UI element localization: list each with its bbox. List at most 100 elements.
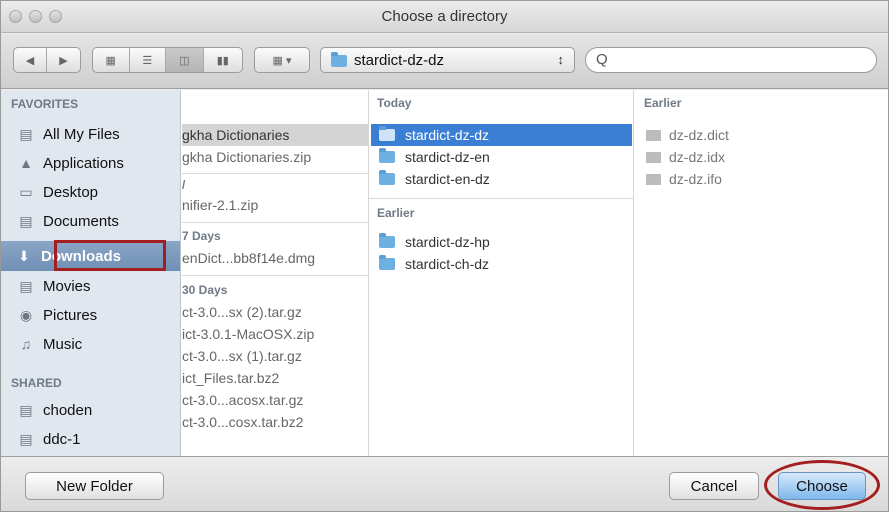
back-button[interactable]: ◀	[14, 48, 48, 72]
list-item-label: stardict-en-dz	[405, 171, 490, 187]
bottom-bar: New Folder Cancel Choose	[1, 458, 888, 511]
forward-button[interactable]: ▶	[47, 48, 80, 72]
sidebar-item-label: All My Files	[43, 125, 120, 143]
list-item-label: stardict-dz-en	[405, 149, 490, 165]
document-icon	[646, 151, 661, 163]
list-item-label: ct-3.0...acosx.tar.gz	[182, 392, 304, 408]
list-item-file[interactable]: ct-3.0...sx (1).tar.gz	[182, 345, 368, 367]
downloads-highlight-annotation	[54, 240, 166, 271]
list-item-label: ct-3.0...sx (2).tar.gz	[182, 304, 302, 320]
sidebar-item-all-my-files[interactable]: ▤ All My Files	[7, 120, 175, 148]
sidebar-item-label: choden	[43, 401, 93, 419]
choose-highlight-annotation	[764, 460, 880, 510]
sidebar-item-label: ddc-1	[43, 430, 81, 448]
list-item-file[interactable]: dz-dz.idx	[634, 146, 888, 168]
file-browser: FAVORITES ▤ All My Files ▲ Applications …	[1, 90, 888, 457]
list-item-file[interactable]: dz-dz.ifo	[634, 168, 888, 190]
all-files-icon: ▤	[19, 125, 33, 142]
search-input[interactable]	[616, 51, 866, 69]
sidebar-item-music[interactable]: ♫ Music	[7, 330, 175, 358]
folder-icon	[379, 126, 395, 141]
folder-icon	[379, 148, 395, 163]
column-header-earlier: Earlier	[377, 206, 415, 220]
group-header: 30 Days	[182, 281, 368, 299]
list-item-label: gkha Dictionaries.zip	[182, 149, 312, 165]
column-contents: Earlier dz-dz.dict dz-dz.idx dz-dz.ifo	[634, 90, 888, 456]
list-item-file[interactable]: enDict...bb8f14e.dmg	[182, 247, 368, 269]
list-item-file[interactable]: nifier-2.1.zip	[182, 194, 368, 216]
divider	[182, 173, 368, 174]
sidebar-item-choden[interactable]: ▤ choden	[7, 396, 175, 424]
column-view-icon: ◫	[179, 54, 190, 67]
documents-icon: ▤	[19, 212, 33, 229]
movies-icon: ▤	[19, 277, 33, 294]
arrange-icon: ▦ ▾	[272, 54, 292, 67]
folder-icon	[379, 170, 395, 185]
list-item-file[interactable]: ict-3.0.1-MacOSX.zip	[182, 323, 368, 345]
list-item-file[interactable]: ct-3.0...cosx.tar.bz2	[182, 411, 368, 433]
chevron-right-icon: ▶	[59, 54, 68, 67]
list-item-label: dz-dz.idx	[669, 149, 726, 165]
favorites-header: FAVORITES	[11, 97, 79, 111]
applications-icon: ▲	[19, 155, 33, 171]
path-popup-label: stardict-dz-dz	[354, 52, 445, 69]
sidebar-item-documents[interactable]: ▤ Documents	[7, 207, 175, 235]
column-downloads: gkha Dictionaries gkha Dictionaries.zip …	[182, 90, 369, 456]
sidebar-item-movies[interactable]: ▤ Movies	[7, 272, 175, 300]
sidebar-item-label: Music	[43, 335, 83, 353]
list-item-folder[interactable]: stardict-ch-dz	[369, 253, 633, 275]
sidebar-item-desktop[interactable]: ▭ Desktop	[7, 178, 175, 206]
sidebar-item-applications[interactable]: ▲ Applications	[7, 149, 175, 177]
new-folder-button[interactable]: New Folder	[25, 472, 164, 500]
list-item-label: nifier-2.1.zip	[182, 197, 259, 213]
list-item-label: stardict-dz-dz	[405, 127, 490, 143]
divider	[182, 275, 368, 276]
updown-arrows-icon: ↕	[557, 52, 565, 67]
path-popup[interactable]: stardict-dz-dz ↕	[320, 47, 575, 73]
list-item-folder[interactable]: stardict-en-dz	[369, 168, 633, 190]
list-item-file[interactable]: ict_Files.tar.bz2	[182, 367, 368, 389]
list-item-file[interactable]: ct-3.0...acosx.tar.gz	[182, 389, 368, 411]
arrange-menu-button[interactable]: ▦ ▾	[254, 47, 310, 73]
search-field[interactable]: Q	[585, 47, 877, 73]
list-item-file[interactable]: gkha Dictionaries.zip	[182, 146, 368, 168]
icon-view-button[interactable]: ▦	[93, 48, 130, 72]
choose-directory-dialog: Choose a directory ◀ ▶ ▦ ☰ ◫ ▮▮ ▦ ▾ star…	[0, 0, 889, 512]
coverflow-view-button[interactable]: ▮▮	[204, 48, 242, 72]
back-forward-control: ◀ ▶	[13, 47, 81, 73]
folder-icon	[331, 52, 347, 67]
document-icon	[646, 173, 661, 185]
downloads-icon: ⬇	[18, 247, 30, 264]
list-item-folder[interactable]: stardict-dz-hp	[369, 231, 633, 253]
sidebar-item-pictures[interactable]: ◉ Pictures	[7, 301, 175, 329]
list-item-folder[interactable]: stardict-dz-en	[369, 146, 633, 168]
grid-view-icon: ▦	[105, 54, 116, 67]
group-header-label: 30 Days	[182, 283, 228, 297]
document-icon	[646, 129, 661, 141]
group-header: /	[182, 176, 368, 194]
list-item-folder[interactable]: gkha Dictionaries	[182, 124, 368, 146]
pictures-icon: ◉	[19, 306, 33, 323]
list-view-icon: ☰	[142, 54, 153, 67]
list-item-file[interactable]: dz-dz.dict	[634, 124, 888, 146]
folder-icon	[379, 233, 395, 248]
chevron-left-icon: ◀	[25, 54, 35, 67]
title-bar: Choose a directory	[1, 1, 888, 33]
column-view-button[interactable]: ◫	[166, 48, 204, 72]
list-item-folder-selected[interactable]: stardict-dz-dz	[371, 124, 632, 146]
list-item-label: dz-dz.ifo	[669, 171, 722, 187]
divider	[369, 198, 633, 199]
window-title: Choose a directory	[381, 8, 508, 25]
cancel-button[interactable]: Cancel	[669, 472, 759, 500]
list-item-label: gkha Dictionaries	[182, 127, 290, 143]
shared-header: SHARED	[11, 376, 62, 390]
group-header-label: 7 Days	[182, 229, 221, 243]
list-item-label: ict_Files.tar.bz2	[182, 370, 280, 386]
coverflow-view-icon: ▮▮	[216, 54, 229, 67]
sidebar: FAVORITES ▤ All My Files ▲ Applications …	[1, 90, 181, 456]
list-item-file[interactable]: ct-3.0...sx (2).tar.gz	[182, 301, 368, 323]
list-item-label: ct-3.0...cosx.tar.bz2	[182, 414, 304, 430]
list-view-button[interactable]: ☰	[130, 48, 167, 72]
divider	[182, 222, 368, 223]
sidebar-item-ddc-1[interactable]: ▤ ddc-1	[7, 425, 175, 453]
